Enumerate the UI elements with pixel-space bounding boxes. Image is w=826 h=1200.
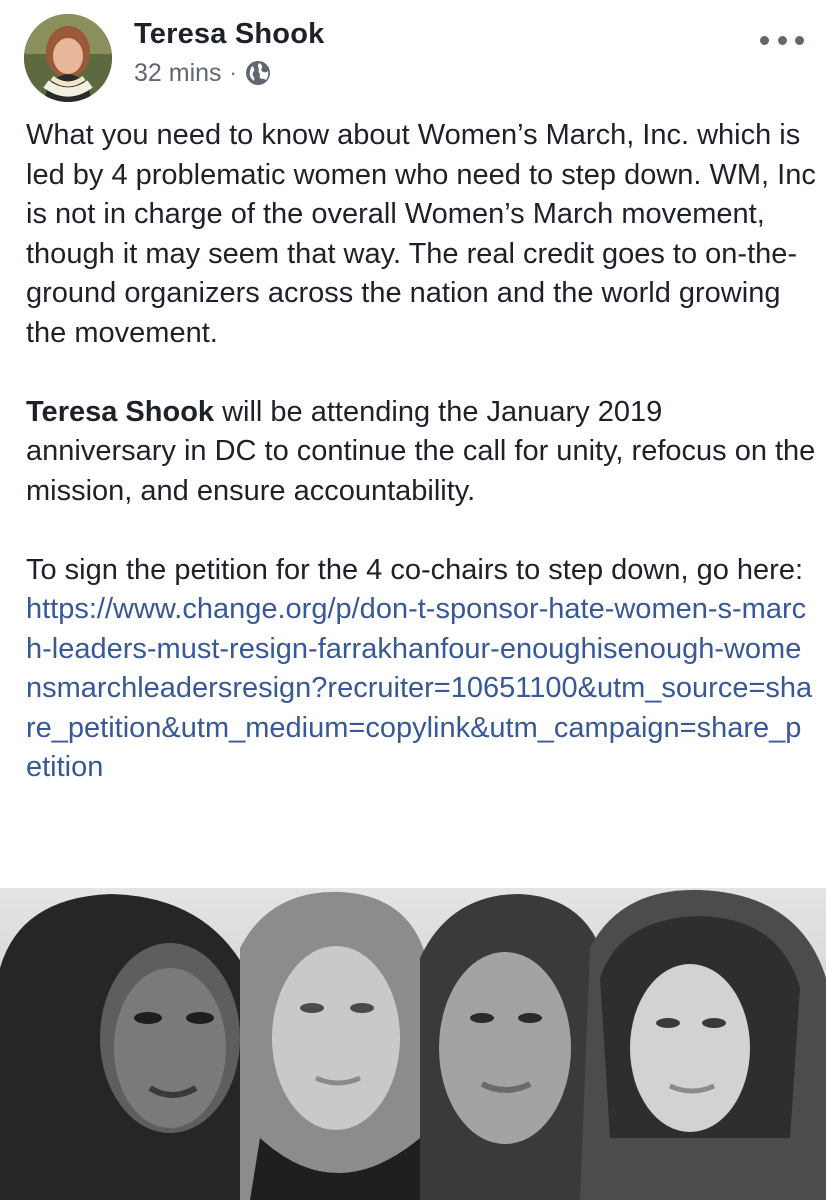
more-dot [760,35,769,45]
post-text: What you need to know about Women’s Marc… [26,116,816,788]
post-paragraph-2: Teresa Shook will be attending the Janua… [26,393,816,512]
more-options-icon[interactable] [760,28,804,52]
post-timestamp[interactable]: 32 mins [134,59,222,88]
post-meta: 32 mins · [134,56,271,90]
author-avatar[interactable] [24,14,112,102]
author-name[interactable]: Teresa Shook [134,14,324,54]
profile-photo-icon [24,14,112,102]
post-paragraph-3: To sign the petition for the 4 co-chairs… [26,553,804,586]
post-paragraph-1: What you need to know about Women’s Marc… [26,119,816,349]
meta-separator: · [229,60,237,85]
more-dot [777,35,787,45]
post-photo[interactable] [0,888,826,1200]
globe-icon[interactable] [245,60,271,86]
more-dot [795,35,804,45]
post-header: Teresa Shook 32 mins · [0,0,826,110]
author-mention-link[interactable]: Teresa Shook [26,396,214,428]
petition-link[interactable]: https://www.change.org/p/don-t-sponsor-h… [26,593,812,783]
group-photo-image [0,888,826,1200]
